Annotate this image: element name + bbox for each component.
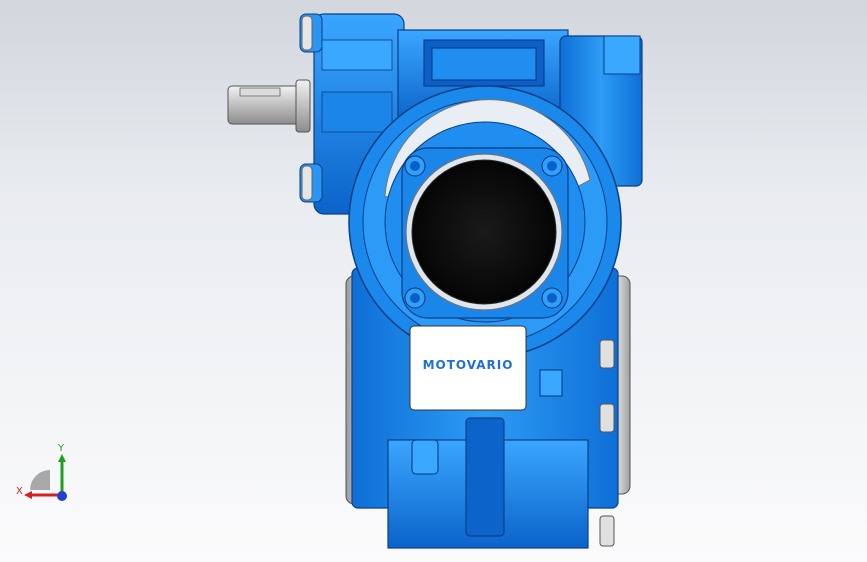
x-axis-label: X [16, 486, 23, 497]
y-axis-arrow [58, 454, 66, 462]
brand-text: MOTOVARIO [422, 358, 514, 372]
x-axis-arrow [24, 491, 32, 499]
gearbox-model[interactable] [0, 0, 867, 562]
3d-viewport[interactable]: MOTOVARIO X Y [0, 0, 867, 562]
y-axis-label: Y [58, 443, 65, 454]
triad-quadrant [30, 470, 50, 490]
name-plate-label: MOTOVARIO [410, 356, 526, 374]
input-shaft [227, 79, 311, 133]
z-axis-dot [57, 491, 67, 501]
orientation-triad[interactable] [10, 440, 80, 510]
output-bore [405, 153, 563, 311]
